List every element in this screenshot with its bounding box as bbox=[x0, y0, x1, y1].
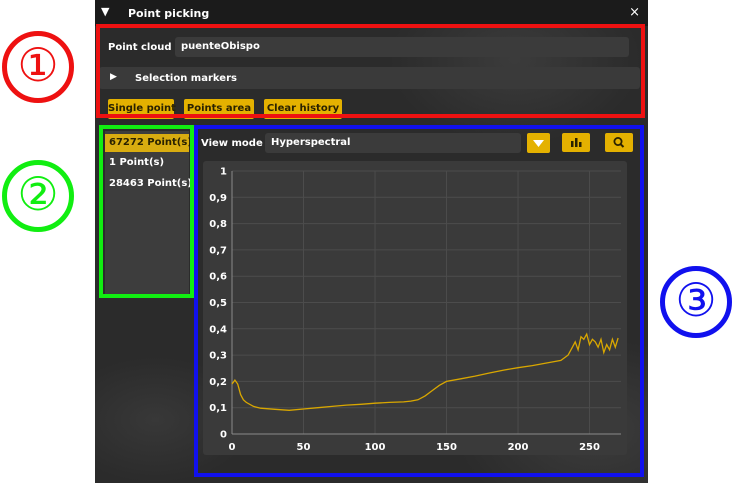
annotation-box-1 bbox=[95, 24, 648, 124]
annotation-box-3 bbox=[194, 125, 644, 477]
close-icon[interactable]: × bbox=[629, 5, 640, 20]
annotation-box-2 bbox=[99, 125, 194, 298]
panel-title: Point picking bbox=[128, 7, 210, 20]
annotation-marker-2: ② bbox=[2, 160, 74, 232]
annotation-marker-1: ① bbox=[2, 31, 74, 103]
collapse-toggle-icon[interactable]: ▼ bbox=[101, 5, 109, 18]
annotation-marker-3: ③ bbox=[660, 266, 732, 338]
title-bar: ▼ Point picking × bbox=[95, 0, 648, 26]
